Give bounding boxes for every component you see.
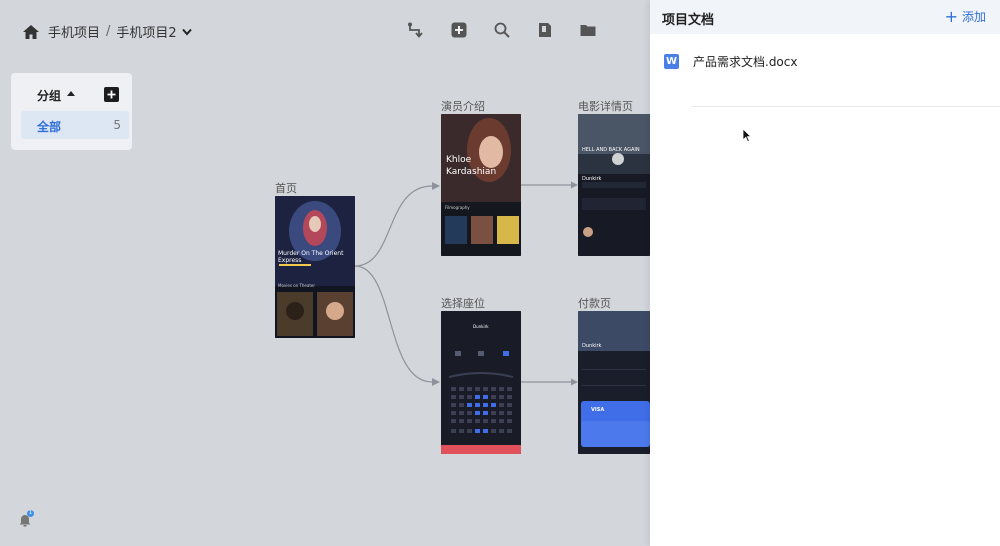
- detail-hero-title: HELL AND BACK AGAIN: [582, 147, 640, 153]
- panel-title: 项目文档: [662, 13, 715, 28]
- frame-label-home: 首页: [275, 182, 297, 195]
- seat-movie-title: Dunkirk: [473, 324, 489, 329]
- frame-label-movie-detail: 电影详情页: [578, 100, 633, 113]
- frame-label-payment: 付款页: [578, 297, 611, 310]
- detail-movie-title: Dunkirk: [582, 176, 602, 182]
- mouse-cursor-icon: [742, 128, 752, 143]
- frame-label-actor: 演员介绍: [441, 100, 485, 113]
- notification-button[interactable]: 1: [18, 510, 34, 532]
- project-documents-panel: 项目文档 + 添加 W 产品需求文档.docx: [650, 0, 1000, 546]
- document-name: 产品需求文档.docx: [693, 55, 798, 69]
- divider: [692, 106, 1000, 107]
- payment-card-brand: VISA: [591, 407, 605, 413]
- notification-badge: 1: [27, 510, 34, 517]
- actor-screen-art: [441, 114, 521, 256]
- payment-movie-title: Dunkirk: [582, 343, 602, 349]
- actor-section-title: Filmography: [445, 205, 470, 210]
- panel-header: 项目文档 + 添加: [650, 0, 1000, 34]
- screen-seat-selection[interactable]: Dunkirk: [441, 311, 521, 454]
- screen-payment[interactable]: Dunkirk VISA: [578, 311, 650, 454]
- screen-actor[interactable]: Khloe Kardashian Filmography: [441, 114, 521, 256]
- frame-label-seat: 选择座位: [441, 297, 485, 310]
- screen-movie-detail[interactable]: HELL AND BACK AGAIN Dunkirk: [578, 114, 650, 256]
- detail-screen-art: [578, 114, 650, 256]
- home-headline: Murder On The Orient Express: [278, 250, 344, 264]
- plus-icon: +: [944, 6, 958, 26]
- word-file-icon: W: [664, 54, 679, 69]
- screen-home[interactable]: Murder On The Orient Express Movies on T…: [275, 196, 355, 338]
- payment-screen-art: [578, 311, 650, 454]
- home-screen-art: [275, 196, 355, 338]
- seat-screen-art: [441, 311, 521, 454]
- actor-name: Khloe Kardashian: [446, 155, 497, 177]
- add-document-button[interactable]: + 添加: [945, 8, 986, 25]
- add-document-label: 添加: [961, 10, 986, 24]
- home-section-title: Movies on Theater: [278, 283, 316, 288]
- document-item[interactable]: W 产品需求文档.docx: [664, 53, 797, 70]
